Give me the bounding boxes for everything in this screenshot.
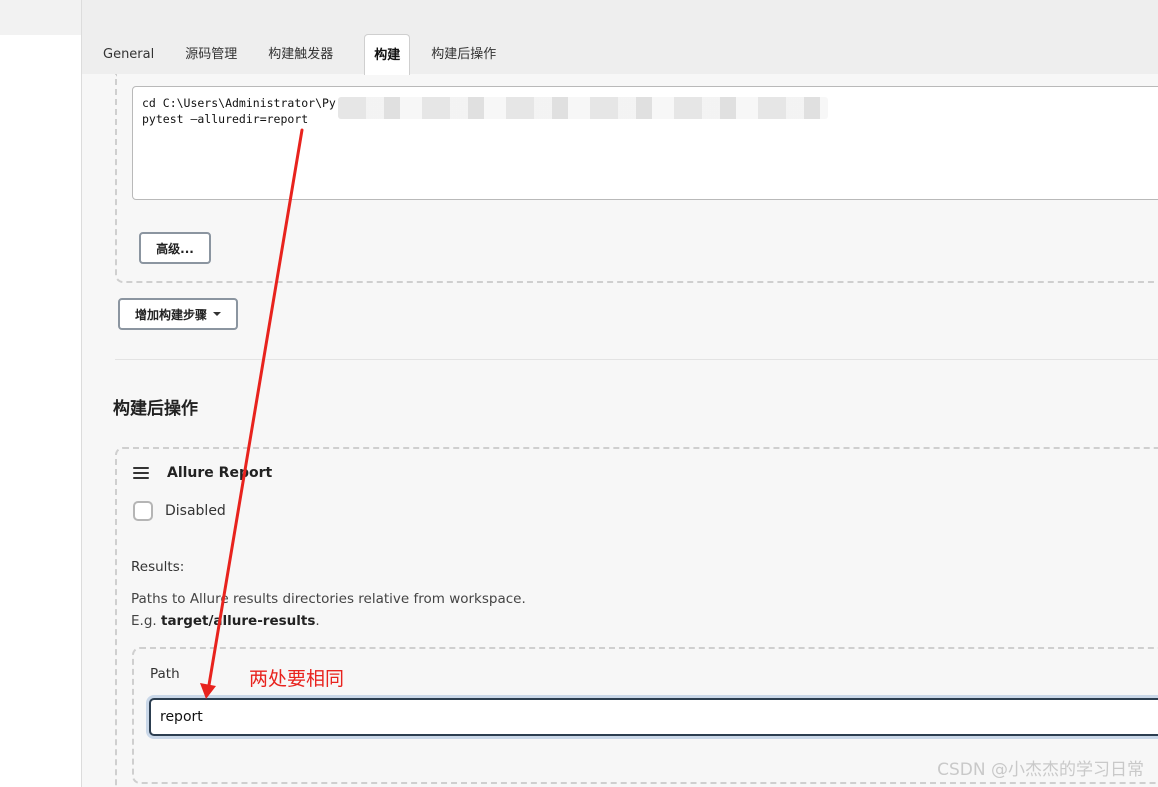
redacted-blur: [338, 97, 828, 119]
tab-build-triggers[interactable]: 构建触发器: [268, 43, 333, 74]
post-build-section-title: 构建后操作: [113, 399, 198, 419]
results-label: Results:: [131, 559, 185, 575]
results-help-example: E.g. target/allure-results.: [131, 613, 320, 629]
section-divider: [115, 359, 1158, 360]
tab-source-management[interactable]: 源码管理: [185, 43, 237, 74]
disabled-checkbox[interactable]: [133, 501, 153, 521]
tab-build[interactable]: 构建: [364, 34, 411, 75]
tab-general[interactable]: General: [103, 47, 154, 74]
csdn-watermark: CSDN @小杰杰的学习日常: [937, 760, 1144, 780]
advanced-button-label: 高级...: [156, 241, 194, 256]
config-tabs: General 源码管理 构建触发器 构建 构建后操作: [82, 34, 527, 75]
path-input[interactable]: [149, 698, 1158, 736]
add-build-step-button[interactable]: 增加构建步骤: [118, 298, 238, 330]
tab-post-build[interactable]: 构建后操作: [431, 43, 496, 74]
annotation-note: 两处要相同: [249, 668, 345, 690]
left-top-strip: [0, 0, 81, 35]
allure-report-title: Allure Report: [167, 465, 273, 481]
results-example-path: target/allure-results: [160, 613, 316, 629]
left-sidebar-gutter: [0, 0, 82, 787]
path-label: Path: [150, 666, 180, 682]
results-help-text: Paths to Allure results directories rela…: [131, 591, 526, 607]
drag-handle-icon[interactable]: [133, 467, 149, 479]
build-command-textarea[interactable]: cd C:\Users\Administrator\Py pytest —all…: [132, 86, 1158, 200]
caret-down-icon: [213, 312, 221, 316]
disabled-checkbox-label: Disabled: [165, 503, 226, 519]
advanced-button[interactable]: 高级...: [139, 232, 211, 264]
add-build-step-label: 增加构建步骤: [134, 307, 207, 322]
config-content: General 源码管理 构建触发器 构建 构建后操作 cd C:\Users\…: [82, 0, 1158, 787]
